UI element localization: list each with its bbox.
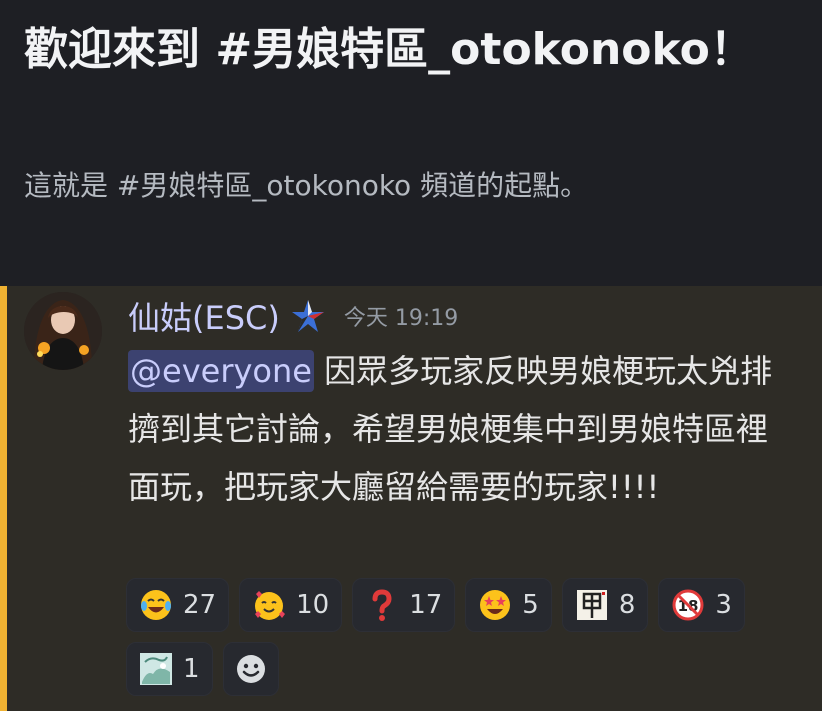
- reaction-star-struck[interactable]: 5: [465, 578, 552, 632]
- welcome-subtitle: 這就是 #男娘特區_otokonoko 頻道的起點。: [24, 169, 589, 202]
- add-reaction-button[interactable]: [222, 642, 279, 696]
- message-header: 仙姑(ESC) 今天 19:19: [128, 294, 458, 338]
- reaction-count: 10: [296, 590, 330, 620]
- reaction-count: 27: [183, 590, 217, 620]
- mention-highlight-bar: [0, 286, 7, 711]
- red-question-emoji: [372, 589, 392, 621]
- timestamp: 今天 19:19: [343, 306, 459, 331]
- username[interactable]: 仙姑(ESC): [128, 293, 280, 339]
- reaction-question[interactable]: 17: [352, 578, 456, 632]
- reactions-bar: 27 10 17 5 8 3 1: [126, 578, 816, 696]
- reaction-count: 1: [183, 654, 200, 684]
- avatar[interactable]: [24, 292, 102, 370]
- reaction-no-under-18[interactable]: 18 3: [658, 578, 745, 632]
- reaction-custom-image[interactable]: 1: [126, 642, 213, 696]
- custom-image-emoji: [140, 653, 172, 685]
- jia-character-emoji: [576, 590, 607, 620]
- reaction-joy-tears[interactable]: 27: [126, 578, 230, 632]
- no-under-18-emoji: 18: [672, 589, 704, 621]
- message[interactable]: 仙姑(ESC) 今天 19:19 @everyone 因眾多玩家反映男娘梗玩太兇…: [0, 286, 822, 711]
- everyone-mention[interactable]: @everyone: [128, 350, 314, 392]
- channel-welcome: 歡迎來到 #男娘特區_otokonoko！ 這就是 #男娘特區_otokonok…: [0, 0, 822, 286]
- smiling-hearts-emoji: [255, 591, 286, 620]
- star-struck-emoji: [480, 590, 511, 620]
- reaction-count: 3: [715, 590, 732, 620]
- star-role-icon[interactable]: [290, 298, 326, 334]
- smiley-add-icon: [236, 655, 265, 683]
- welcome-title: 歡迎來到 #男娘特區_otokonoko！: [24, 24, 754, 75]
- reaction-jia[interactable]: 8: [561, 578, 649, 632]
- joy-tears-emoji: [141, 590, 171, 620]
- reaction-count: 5: [522, 590, 539, 620]
- reaction-count: 8: [618, 590, 636, 620]
- reaction-count: 17: [409, 590, 443, 620]
- message-content: @everyone 因眾多玩家反映男娘梗玩太兇排擠到其它討論，希望男娘梗集中到男…: [128, 342, 798, 516]
- reaction-smiling-hearts[interactable]: 10: [239, 578, 343, 632]
